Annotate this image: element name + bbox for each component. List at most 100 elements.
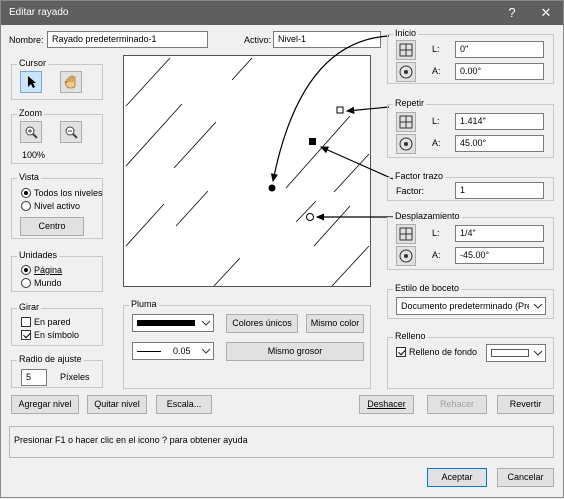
repeat-a-label: A: [432, 138, 441, 148]
angle-dial-icon [399, 65, 413, 79]
chevron-down-icon [533, 303, 543, 309]
fill-group: Relleno Relleno de fondo [387, 331, 554, 389]
start-pick-button[interactable] [396, 40, 416, 60]
view-active-layer-label: Nivel activo [34, 201, 81, 211]
start-angle-button[interactable] [396, 62, 416, 82]
center-button[interactable]: Centro [20, 217, 84, 236]
view-active-layer-radio[interactable] [21, 201, 31, 211]
unique-colors-button[interactable]: Colores únicos [226, 314, 298, 333]
window-title: Editar rayado [9, 7, 69, 18]
hand-cursor-button[interactable] [60, 71, 82, 93]
cursor-group: Cursor [11, 58, 103, 100]
accept-button[interactable]: Aceptar [427, 468, 487, 487]
active-label: Activo: [244, 35, 272, 45]
pen-weight-value: 0.05 [173, 346, 191, 356]
hatch-lines [125, 57, 370, 287]
zoom-out-button[interactable] [60, 121, 82, 143]
units-world-radio[interactable] [21, 278, 31, 288]
add-layer-button[interactable]: Agregar nivel [11, 395, 79, 414]
cursor-group-title: Cursor [17, 58, 49, 68]
repeat-pick-button[interactable] [396, 112, 416, 132]
start-a-input[interactable]: 0.00° [455, 63, 544, 80]
rotate-in-symbol-checkbox[interactable] [21, 330, 31, 340]
start-l-label: L: [432, 44, 440, 54]
offset-l-input[interactable]: 1/4" [455, 225, 544, 242]
repeat-group: Repetir L: 1.414" A: 45.00° [387, 98, 554, 158]
view-group: Vista Todos los niveles Nivel activo Cen… [11, 172, 103, 239]
offset-a-label: A: [432, 250, 441, 260]
pen-weight-dropdown[interactable]: 0.05 [132, 342, 214, 360]
pen-style-dropdown[interactable] [132, 314, 214, 332]
start-point-marker[interactable] [268, 184, 276, 192]
arrow-pointer-icon [28, 76, 36, 88]
snap-radius-group: Radio de ajuste 5 Píxeles [11, 354, 103, 388]
help-text-box: Presionar F1 o hacer clic en el icono ? … [9, 426, 554, 458]
view-all-layers-radio[interactable] [21, 188, 31, 198]
sketch-style-title: Estilo de boceto [393, 283, 462, 293]
repeat-a-input[interactable]: 45.00° [455, 135, 544, 152]
start-a-label: A: [432, 66, 441, 76]
repeat-l-input[interactable]: 1.414" [455, 113, 544, 130]
title-bar: Editar rayado ? ✕ [1, 1, 563, 25]
grid-icon [399, 115, 413, 129]
rotate-in-wall-checkbox[interactable] [21, 317, 31, 327]
start-group: Inicio L: 0" A: 0.00° [387, 28, 554, 84]
zoom-out-icon [65, 126, 78, 139]
help-button[interactable]: ? [497, 3, 527, 23]
rotate-in-wall-label: En pared [34, 317, 71, 327]
fill-color-swatch [491, 349, 529, 357]
arrow-cursor-button[interactable] [20, 71, 42, 93]
stroke-factor-marker[interactable] [309, 138, 316, 145]
snap-radius-unit: Píxeles [60, 372, 90, 382]
stroke-factor-label: Factor: [396, 186, 425, 196]
offset-a-input[interactable]: -45.00° [455, 247, 544, 264]
repeat-marker[interactable] [336, 106, 344, 114]
fill-color-dropdown[interactable] [486, 344, 546, 362]
offset-pick-button[interactable] [396, 224, 416, 244]
hand-icon [64, 75, 76, 89]
remove-layer-button[interactable]: Quitar nivel [87, 395, 147, 414]
revert-button[interactable]: Revertir [497, 395, 554, 414]
repeat-group-title: Repetir [393, 98, 427, 108]
rotate-group-title: Girar [17, 302, 41, 312]
pen-weight-line [137, 351, 161, 352]
grid-icon [399, 43, 413, 57]
units-group: Unidades Página Mundo [11, 250, 103, 292]
start-group-title: Inicio [393, 28, 419, 38]
stroke-factor-input[interactable]: 1 [455, 182, 544, 199]
snap-radius-input[interactable]: 5 [21, 369, 47, 386]
close-button[interactable]: ✕ [531, 3, 561, 23]
angle-dial-icon [399, 249, 413, 263]
scale-button[interactable]: Escala... [156, 395, 212, 414]
undo-button[interactable]: Deshacer [359, 395, 414, 414]
hatch-preview-canvas [125, 57, 370, 287]
units-page-radio[interactable] [21, 265, 31, 275]
name-input[interactable]: Rayado predeterminado-1 [47, 31, 208, 48]
units-page-label: Página [34, 265, 63, 275]
sketch-style-dropdown[interactable]: Documento predeterminado (Prelimin [396, 297, 546, 315]
zoom-level: 100% [22, 150, 46, 160]
zoom-group-title: Zoom [17, 108, 45, 118]
hatch-preview[interactable] [123, 55, 371, 287]
zoom-in-button[interactable] [20, 121, 42, 143]
active-layer-input[interactable]: Nivel-1 [273, 31, 381, 48]
same-weight-button[interactable]: Mismo grosor [226, 342, 364, 361]
repeat-angle-button[interactable] [396, 134, 416, 154]
offset-group: Desplazamiento L: 1/4" A: -45.00° [387, 211, 554, 270]
background-fill-checkbox[interactable] [396, 347, 406, 357]
grid-icon [399, 227, 413, 241]
zoom-group: Zoom 100% [11, 108, 103, 164]
same-color-button[interactable]: Mismo color [306, 314, 364, 333]
offset-angle-button[interactable] [396, 246, 416, 266]
chevron-down-icon [201, 320, 211, 326]
redo-button[interactable]: Rehacer [427, 395, 487, 414]
offset-marker[interactable] [306, 213, 314, 221]
sketch-style-value: Documento predeterminado (Prelimin [401, 301, 529, 311]
rotate-in-symbol-label: En símbolo [34, 330, 80, 340]
start-l-input[interactable]: 0" [455, 41, 544, 58]
cancel-button[interactable]: Cancelar [497, 468, 554, 487]
view-all-layers-label: Todos los niveles [34, 188, 103, 198]
angle-dial-icon [399, 137, 413, 151]
pen-group-title: Pluma [129, 299, 159, 309]
offset-group-title: Desplazamiento [393, 211, 462, 221]
